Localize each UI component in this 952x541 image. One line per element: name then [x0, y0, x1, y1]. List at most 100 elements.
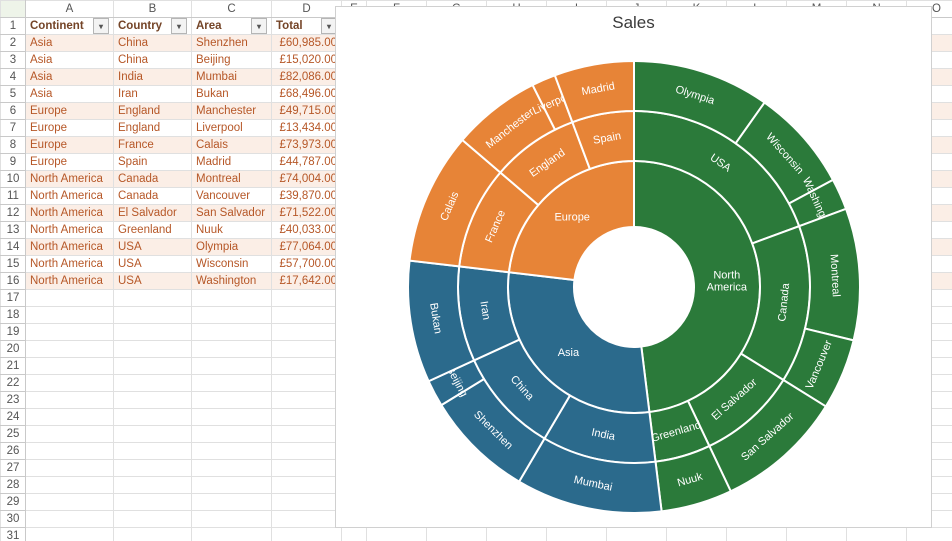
cell[interactable]: [114, 511, 192, 528]
cell[interactable]: [272, 358, 342, 375]
data-cell[interactable]: £77,064.00: [272, 239, 342, 256]
cell[interactable]: [787, 528, 847, 541]
data-cell[interactable]: Montreal: [192, 171, 272, 188]
filter-dropdown-icon[interactable]: ▾: [251, 18, 267, 34]
data-cell[interactable]: USA: [114, 256, 192, 273]
cell[interactable]: [272, 392, 342, 409]
row-header[interactable]: 20: [1, 341, 26, 358]
row-header[interactable]: 24: [1, 409, 26, 426]
data-cell[interactable]: Spain: [114, 154, 192, 171]
cell[interactable]: [26, 392, 114, 409]
cell[interactable]: [272, 460, 342, 477]
cell[interactable]: [272, 290, 342, 307]
row-header[interactable]: 10: [1, 171, 26, 188]
cell[interactable]: [547, 528, 607, 541]
data-cell[interactable]: Asia: [26, 52, 114, 69]
cell[interactable]: [192, 426, 272, 443]
cell[interactable]: [114, 443, 192, 460]
cell[interactable]: [26, 324, 114, 341]
cell[interactable]: [26, 477, 114, 494]
cell[interactable]: [114, 324, 192, 341]
data-cell[interactable]: Shenzhen: [192, 35, 272, 52]
row-header[interactable]: 26: [1, 443, 26, 460]
cell[interactable]: [192, 392, 272, 409]
cell[interactable]: [26, 460, 114, 477]
row-header[interactable]: 7: [1, 120, 26, 137]
data-cell[interactable]: Europe: [26, 137, 114, 154]
column-header-C[interactable]: C: [192, 1, 272, 18]
cell[interactable]: [26, 443, 114, 460]
data-cell[interactable]: Canada: [114, 171, 192, 188]
cell[interactable]: [607, 528, 667, 541]
cell[interactable]: [342, 528, 367, 541]
data-cell[interactable]: North America: [26, 188, 114, 205]
cell[interactable]: [192, 358, 272, 375]
data-cell[interactable]: £49,715.00: [272, 103, 342, 120]
data-cell[interactable]: Asia: [26, 35, 114, 52]
data-cell[interactable]: Liverpool: [192, 120, 272, 137]
cell[interactable]: [272, 443, 342, 460]
row-header[interactable]: 3: [1, 52, 26, 69]
table-header-cell[interactable]: Continent▾: [26, 18, 114, 35]
select-all-corner[interactable]: [1, 1, 26, 18]
cell[interactable]: [114, 392, 192, 409]
row-header[interactable]: 14: [1, 239, 26, 256]
data-cell[interactable]: England: [114, 120, 192, 137]
row-header[interactable]: 15: [1, 256, 26, 273]
data-cell[interactable]: North America: [26, 171, 114, 188]
data-cell[interactable]: England: [114, 103, 192, 120]
cell[interactable]: [192, 494, 272, 511]
data-cell[interactable]: China: [114, 52, 192, 69]
cell[interactable]: [192, 528, 272, 541]
data-cell[interactable]: Europe: [26, 103, 114, 120]
data-cell[interactable]: £60,985.00: [272, 35, 342, 52]
data-cell[interactable]: £13,434.00: [272, 120, 342, 137]
row-header[interactable]: 29: [1, 494, 26, 511]
data-cell[interactable]: £82,086.00: [272, 69, 342, 86]
data-cell[interactable]: Bukan: [192, 86, 272, 103]
data-cell[interactable]: £40,033.00: [272, 222, 342, 239]
cell[interactable]: [26, 409, 114, 426]
cell[interactable]: [847, 528, 907, 541]
cell[interactable]: [272, 375, 342, 392]
data-cell[interactable]: Nuuk: [192, 222, 272, 239]
data-cell[interactable]: USA: [114, 239, 192, 256]
cell[interactable]: [114, 460, 192, 477]
table-header-cell[interactable]: Country▾: [114, 18, 192, 35]
cell[interactable]: [192, 409, 272, 426]
cell[interactable]: [272, 511, 342, 528]
cell[interactable]: [114, 307, 192, 324]
cell[interactable]: [272, 528, 342, 541]
cell[interactable]: [192, 443, 272, 460]
cell[interactable]: [26, 528, 114, 541]
cell[interactable]: [26, 494, 114, 511]
row-header[interactable]: 18: [1, 307, 26, 324]
column-header-B[interactable]: B: [114, 1, 192, 18]
row-header[interactable]: 31: [1, 528, 26, 541]
row-header[interactable]: 22: [1, 375, 26, 392]
row-header[interactable]: 23: [1, 392, 26, 409]
cell[interactable]: [272, 477, 342, 494]
cell[interactable]: [192, 324, 272, 341]
data-cell[interactable]: North America: [26, 256, 114, 273]
data-cell[interactable]: £39,870.00: [272, 188, 342, 205]
cell[interactable]: [192, 460, 272, 477]
row-header[interactable]: 9: [1, 154, 26, 171]
row-header[interactable]: 1: [1, 18, 26, 35]
row-header[interactable]: 4: [1, 69, 26, 86]
table-header-cell[interactable]: Area▾: [192, 18, 272, 35]
cell[interactable]: [114, 477, 192, 494]
cell[interactable]: [114, 358, 192, 375]
data-cell[interactable]: Iran: [114, 86, 192, 103]
row-header[interactable]: 8: [1, 137, 26, 154]
table-header-cell[interactable]: Total▾: [272, 18, 342, 35]
row-header[interactable]: 17: [1, 290, 26, 307]
cell[interactable]: [26, 307, 114, 324]
data-cell[interactable]: North America: [26, 239, 114, 256]
row-header[interactable]: 25: [1, 426, 26, 443]
data-cell[interactable]: Mumbai: [192, 69, 272, 86]
data-cell[interactable]: £73,973.00: [272, 137, 342, 154]
cell[interactable]: [667, 528, 727, 541]
data-cell[interactable]: £44,787.00: [272, 154, 342, 171]
cell[interactable]: [192, 290, 272, 307]
